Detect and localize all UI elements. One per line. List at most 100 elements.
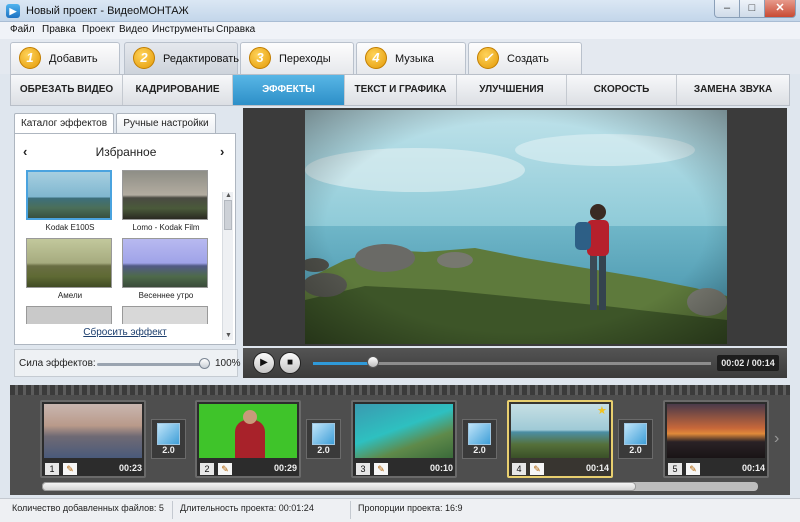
minimize-button[interactable]: –	[714, 0, 740, 18]
tab-crop[interactable]: КАДРИРОВАНИЕ	[123, 75, 233, 105]
timeline-clip-4[interactable]: ★ 4 ✎ 00:14	[507, 400, 613, 478]
menu-help[interactable]: Справка	[216, 24, 255, 35]
scrollbar-thumb[interactable]	[224, 200, 232, 230]
strength-slider[interactable]	[97, 363, 205, 366]
edit-tabs: ОБРЕЗАТЬ ВИДЕО КАДРИРОВАНИЕ ЭФФЕКТЫ ТЕКС…	[10, 74, 790, 106]
clip-number: 5	[668, 463, 682, 475]
effect-partial-2[interactable]	[122, 306, 210, 324]
chevron-right-icon[interactable]: ›	[774, 430, 779, 448]
menu-video[interactable]: Видео	[119, 24, 148, 35]
window-title: Новый проект - ВидеоМОНТАЖ	[26, 5, 189, 17]
clip-number: 4	[512, 463, 526, 475]
effect-lomo-kodak[interactable]: Lomo - Kodak Film	[122, 170, 210, 232]
step-label: Редактировать	[163, 53, 239, 65]
status-divider	[350, 501, 351, 519]
timeline-clip-2[interactable]: 2 ✎ 00:29	[195, 400, 301, 478]
pencil-icon[interactable]: ✎	[218, 463, 232, 475]
step-edit[interactable]: 2 Редактировать	[124, 42, 239, 74]
step-number-badge: 3	[249, 47, 271, 69]
menu-file[interactable]: Файл	[10, 24, 35, 35]
strength-slider-handle[interactable]	[199, 358, 210, 369]
menu-bar: Файл Правка Проект Видео Инструменты Спр…	[0, 22, 800, 39]
subtab-manual-settings[interactable]: Ручные настройки	[116, 113, 216, 133]
status-file-count: Количество добавленных файлов: 5	[12, 503, 164, 513]
transition-icon	[468, 423, 491, 445]
menu-tools[interactable]: Инструменты	[152, 24, 214, 35]
maximize-button[interactable]: □	[739, 0, 765, 18]
tab-speed[interactable]: СКОРОСТЬ	[567, 75, 677, 105]
clip-thumbnail	[667, 404, 765, 458]
step-number-badge: 2	[133, 47, 155, 69]
effect-thumbnail	[26, 306, 112, 324]
tab-text-graphics[interactable]: ТЕКСТ И ГРАФИКА	[345, 75, 457, 105]
effects-panel: Каталог эффектов Ручные настройки Избран…	[14, 113, 238, 345]
timeline-clip-5[interactable]: 5 ✎ 00:14	[663, 400, 769, 478]
transition-2[interactable]: 2.0	[306, 419, 341, 459]
app-logo-icon: ▶	[6, 4, 20, 18]
clip-thumbnail	[355, 404, 453, 458]
timeline-clip-3[interactable]: 3 ✎ 00:10	[351, 400, 457, 478]
scrollbar-thumb[interactable]	[42, 482, 637, 491]
effect-partial-1[interactable]	[26, 306, 114, 324]
effects-scrollbar[interactable]	[222, 192, 233, 340]
seek-handle[interactable]	[366, 356, 379, 368]
strength-label: Сила эффектов:	[19, 358, 96, 369]
transition-1[interactable]: 2.0	[151, 419, 186, 459]
clip-thumbnail	[511, 404, 609, 458]
menu-project[interactable]: Проект	[82, 24, 115, 35]
step-music[interactable]: 4 Музыка	[356, 42, 466, 74]
transition-duration: 2.0	[629, 445, 642, 455]
step-label: Музыка	[395, 53, 434, 65]
effect-ameli[interactable]: Амели	[26, 238, 114, 300]
step-label: Добавить	[49, 53, 98, 65]
title-bar: ▶ Новый проект - ВидеоМОНТАЖ – □ ✕	[0, 0, 800, 22]
preview-image	[305, 110, 727, 344]
close-button[interactable]: ✕	[764, 0, 796, 18]
effect-thumbnail	[26, 170, 112, 220]
menu-edit[interactable]: Правка	[42, 24, 76, 35]
transition-duration: 2.0	[162, 445, 175, 455]
strength-value: 100%	[215, 358, 241, 369]
transition-icon	[312, 423, 335, 445]
subtab-effects-catalog[interactable]: Каталог эффектов	[14, 113, 114, 133]
scroll-up-icon[interactable]: ▲	[225, 192, 232, 199]
time-display: 00:02 / 00:14	[717, 355, 779, 371]
effects-catalog: Избранное ‹ › Kodak E100S Lomo - Kodak F…	[14, 133, 236, 345]
effect-spring-morning[interactable]: Весеннее утро	[122, 238, 210, 300]
pencil-icon[interactable]: ✎	[63, 463, 77, 475]
stop-button[interactable]: ■	[279, 352, 301, 374]
clip-duration: 00:29	[273, 463, 297, 473]
pencil-icon[interactable]: ✎	[530, 463, 544, 475]
tab-replace-audio[interactable]: ЗАМЕНА ЗВУКА	[677, 75, 789, 105]
step-create[interactable]: ✓ Создать	[468, 42, 582, 74]
clip-thumbnail	[199, 404, 297, 458]
effect-kodak-e100s[interactable]: Kodak E100S	[26, 170, 114, 232]
clip-duration: 00:10	[429, 463, 453, 473]
chevron-left-icon[interactable]: ‹	[23, 144, 27, 159]
step-number-badge: 1	[19, 47, 41, 69]
step-transitions[interactable]: 3 Переходы	[240, 42, 354, 74]
effect-label: Kodak E100S	[45, 223, 95, 232]
step-add[interactable]: 1 Добавить	[10, 42, 120, 74]
tab-trim-video[interactable]: ОБРЕЗАТЬ ВИДЕО	[11, 75, 123, 105]
play-button[interactable]: ▶	[253, 352, 275, 374]
transition-3[interactable]: 2.0	[462, 419, 497, 459]
pencil-icon[interactable]: ✎	[686, 463, 700, 475]
status-divider	[172, 501, 173, 519]
transition-4[interactable]: 2.0	[618, 419, 653, 459]
clip-duration: 00:14	[741, 463, 765, 473]
reset-effect-link[interactable]: Сбросить эффект	[14, 327, 236, 338]
effect-thumbnail	[122, 306, 208, 324]
clip-duration: 00:14	[585, 463, 609, 473]
effect-thumbnail	[122, 238, 208, 288]
transition-icon	[624, 423, 647, 445]
timeline-clip-1[interactable]: 1 ✎ 00:23	[40, 400, 146, 478]
transition-icon	[157, 423, 180, 445]
tab-enhancements[interactable]: УЛУЧШЕНИЯ	[457, 75, 567, 105]
timeline-scrollbar[interactable]	[42, 482, 758, 491]
transition-duration: 2.0	[473, 445, 486, 455]
pencil-icon[interactable]: ✎	[374, 463, 388, 475]
effect-label: Амели	[57, 291, 83, 300]
chevron-right-icon[interactable]: ›	[220, 144, 224, 159]
tab-effects[interactable]: ЭФФЕКТЫ	[233, 75, 345, 105]
